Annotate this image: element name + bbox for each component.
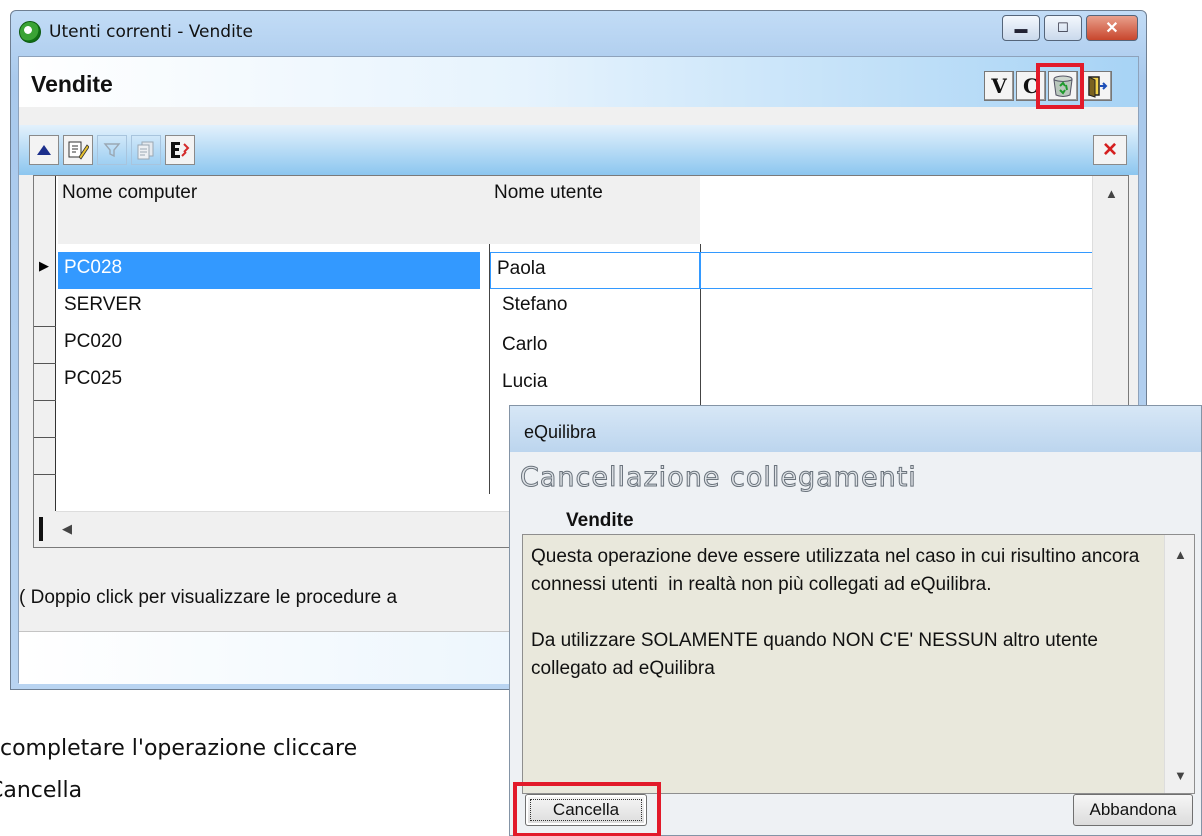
double-click-hint: ( Doppio click per visualizzare le proce… [19, 587, 398, 608]
instruction-line-2: Cancella [0, 778, 83, 803]
filter-icon [103, 143, 121, 158]
exit-door-icon [1088, 76, 1108, 98]
dialog-titlebar: eQuilibra [510, 406, 1201, 452]
grid-line [34, 474, 56, 475]
minimize-icon: ▬ [1014, 20, 1028, 36]
window-title: Utenti correnti - Vendite [49, 22, 253, 42]
maximize-icon: ☐ [1057, 20, 1069, 35]
message-scrollbar[interactable]: ▲ ▼ [1164, 535, 1194, 793]
dialog-message: Questa operazione deve essere utilizzata… [531, 546, 1140, 679]
grid-line [34, 326, 56, 327]
exit-button[interactable] [1082, 71, 1112, 101]
dialog-message-box[interactable]: Questa operazione deve essere utilizzata… [522, 534, 1195, 794]
table-row[interactable]: SERVER [58, 289, 480, 326]
table-row[interactable]: PC020 [58, 326, 480, 363]
edit-filter-button[interactable] [63, 135, 93, 165]
header-band: Vendite V C [19, 57, 1138, 109]
copy-records-button[interactable] [131, 135, 161, 165]
export-icon [171, 142, 190, 158]
column-header-computer[interactable]: Nome computer [58, 176, 490, 244]
close-icon: × [1102, 136, 1117, 163]
grid-line [34, 437, 56, 438]
grid-line [34, 363, 56, 364]
column-header-user[interactable]: Nome utente [490, 176, 700, 244]
arrow-up-icon [37, 145, 51, 155]
highlight-delete-button [1036, 63, 1084, 109]
cancel-filter-button[interactable]: × [1093, 135, 1127, 165]
maximize-button[interactable]: ☐ [1044, 15, 1082, 41]
grid-toolbar: × [19, 125, 1138, 175]
confirm-dialog: eQuilibra Cancellazione collegamenti Ven… [509, 405, 1202, 836]
equilibra-app-icon [19, 21, 41, 43]
table-row[interactable]: PC028 [58, 252, 480, 289]
instruction-line-1: completare l'operazione cliccare [0, 736, 358, 761]
table-cell[interactable]: Paola [490, 252, 700, 289]
close-icon: ✕ [1105, 20, 1119, 37]
table-cell-empty [700, 252, 1094, 289]
copy-records-icon [137, 141, 154, 160]
scroll-up-icon[interactable]: ▲ [1105, 186, 1118, 201]
dialog-subtitle: Vendite [566, 510, 634, 531]
filter-button[interactable] [97, 135, 127, 165]
export-button[interactable] [165, 135, 195, 165]
dialog-heading: Cancellazione collegamenti [520, 462, 917, 494]
grid-corner [34, 511, 56, 547]
scroll-left-icon[interactable]: ◀ [62, 521, 72, 537]
view-button[interactable]: V [984, 71, 1014, 101]
table-row[interactable]: PC025 [58, 363, 480, 400]
window-titlebar: Utenti correnti - Vendite [19, 17, 253, 47]
highlight-cancella-button [513, 782, 661, 836]
grid-line [34, 400, 56, 401]
edit-filter-icon [68, 141, 89, 160]
window-controls: ▬ ☐ ✕ [1002, 15, 1138, 41]
abbandona-button[interactable]: Abbandona [1073, 794, 1193, 826]
header-title: Vendite [31, 71, 113, 97]
scroll-up-icon[interactable]: ▲ [1174, 547, 1187, 562]
table-cell[interactable]: Carlo [496, 329, 696, 366]
view-button-label: V [991, 74, 1007, 98]
screenshot: Utenti correnti - Vendite ▬ ☐ ✕ Vendite … [0, 0, 1202, 836]
table-cell[interactable]: Lucia [496, 366, 696, 403]
move-up-button[interactable] [29, 135, 59, 165]
row-indicator-column [34, 176, 56, 547]
current-row-marker-icon: ▶ [39, 258, 49, 273]
minimize-button[interactable]: ▬ [1002, 15, 1040, 41]
scroll-down-icon[interactable]: ▼ [1174, 768, 1187, 783]
table-cell[interactable]: Stefano [496, 289, 696, 326]
dialog-title: eQuilibra [524, 422, 597, 442]
window-close-button[interactable]: ✕ [1086, 15, 1138, 41]
